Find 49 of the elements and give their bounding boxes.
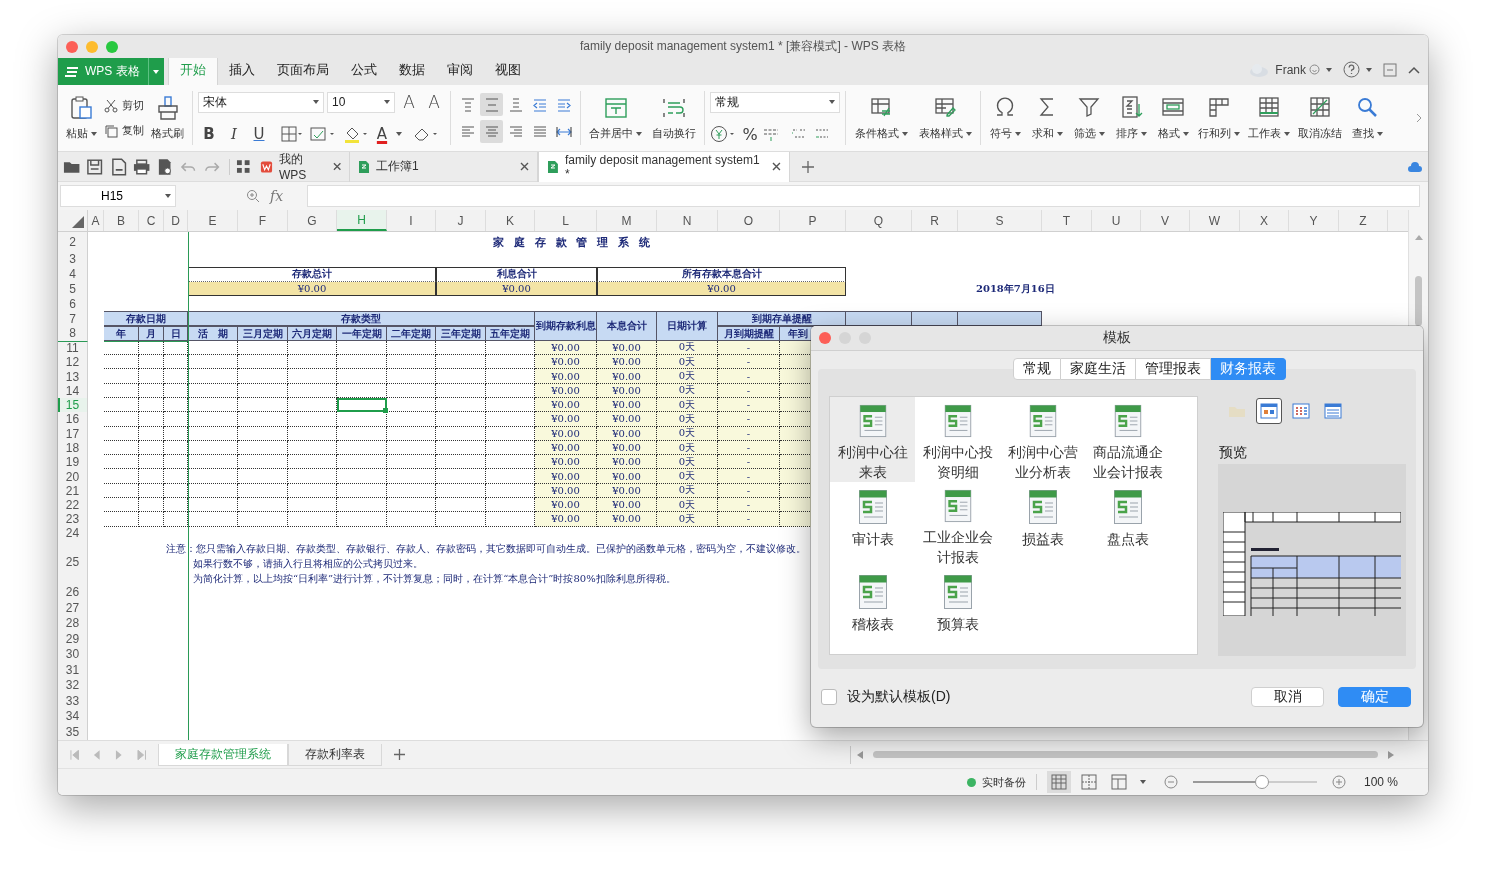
dialog-title: 模板 [1103,329,1131,347]
column-heading: 到期存款利息 [535,311,597,341]
table-cell: - [718,512,780,527]
note-text: 如果行数不够，请插入行且将相应的公式拷贝过来。 [192,556,424,571]
table-cell: ¥0.00 [188,281,436,297]
table-cell: - [718,355,780,370]
sheet-title: 家 庭 存 款 管 理 系 统 [492,234,654,251]
table-cell: ¥0.00 [535,355,597,370]
table-cell: 0天 [657,469,718,484]
table-cell: 所有存款本息合计 [597,266,846,282]
table-cell: ¥0.00 [535,498,597,513]
table-cell: ¥0.00 [597,455,657,470]
table-cell: 0天 [657,355,718,370]
column-heading: 存款日期 [104,311,188,326]
table-cell: ¥0.00 [597,369,657,384]
table-cell: 0天 [657,412,718,427]
table-cell: ¥0.00 [535,469,597,484]
preview-label: 预览 [1219,444,1248,462]
table-cell: 0天 [657,369,718,384]
document-tab-label: 工作簿1 [376,158,419,175]
table-cell: ¥0.00 [597,355,657,370]
table-cell: - [718,455,780,470]
window-title: family deposit management system1 * [兼容模式] - WPS 表格 [579,38,907,55]
table-cell: - [718,412,780,427]
column-heading: 存款类型 [188,311,535,326]
table-cell: 0天 [657,498,718,513]
column-heading: 日期计算 [657,311,718,341]
note-text: 为简化计算，以上均按“日利率”进行计算，不计算复息；同时，在计算“本息合计”时按80%扣除利息所得税。 [192,571,677,586]
table-cell: - [718,469,780,484]
date-text: 2018年7月16日 [975,282,1056,296]
table-cell: ¥0.00 [535,455,597,470]
table-cell: 0天 [657,455,718,470]
table-cell: ¥0.00 [597,512,657,527]
column-heading: 本息合计 [597,311,657,341]
table-cell: ¥0.00 [535,369,597,384]
document-tab-label: 我的WPS [279,151,308,182]
table-cell: ¥0.00 [535,412,597,427]
table-cell: 存款总计 [188,266,436,282]
table-cell: ¥0.00 [597,498,657,513]
table-cell: ¥0.00 [597,412,657,427]
zoom-level-text: 100 % [1363,775,1398,789]
document-tab-label: family deposit management system1 * [564,152,761,181]
table-cell: - [718,498,780,513]
table-cell: - [718,369,780,384]
table-cell: ¥0.00 [535,512,597,527]
table-cell: ¥0.00 [597,469,657,484]
table-cell: 利息合计 [436,266,597,282]
column-heading: 到期存单提醒 [718,311,846,326]
table-cell: 0天 [657,512,718,527]
